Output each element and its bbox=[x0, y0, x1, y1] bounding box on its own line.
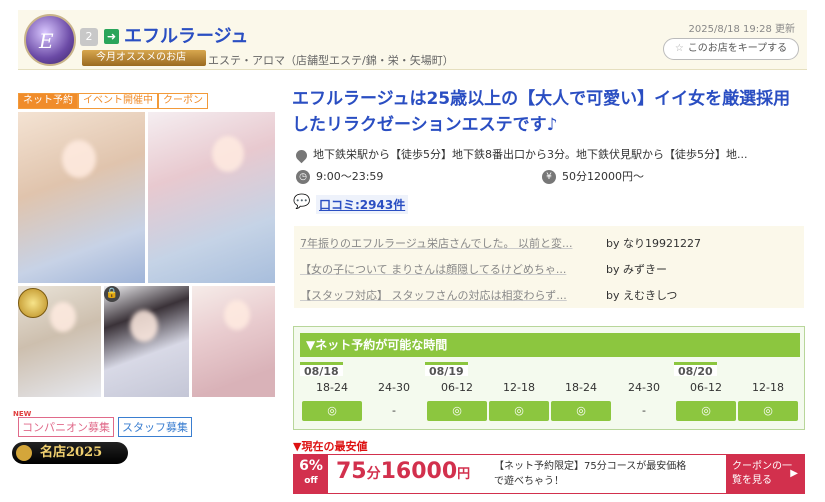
reservation-panel: ▼ネット予約が可能な時間 08/18 08/19 08/20 18-24 ◎ 24… bbox=[293, 326, 805, 430]
reviews-link[interactable]: 口コミ:2943件 bbox=[316, 195, 409, 214]
blurred-face bbox=[224, 300, 250, 330]
shop-name[interactable]: エフルラージュ bbox=[124, 22, 248, 48]
course-minutes: 75 bbox=[336, 459, 367, 484]
review-author: by なり19921227 bbox=[606, 237, 701, 250]
lock-icon: 🔒 bbox=[104, 286, 120, 302]
slot-time: 18-24 bbox=[316, 381, 348, 394]
slot-time: 24-30 bbox=[378, 381, 410, 394]
access-row: 地下鉄栄駅から【徒歩5分】地下鉄8番出口から3分。地下鉄伏見駅から【徒歩5分】地… bbox=[293, 146, 748, 163]
discount-percent: 6 bbox=[299, 458, 309, 474]
slot-time: 24-30 bbox=[628, 381, 660, 394]
slot-available[interactable]: ◎ bbox=[489, 401, 549, 421]
slot-time: 12-18 bbox=[752, 381, 784, 394]
discount-badge: 6% off bbox=[294, 455, 328, 493]
keep-shop-button[interactable]: ☆ このお店をキープする bbox=[663, 38, 799, 60]
meiten-badge: 名店2025 bbox=[12, 442, 128, 464]
slot[interactable]: 18-24 ◎ bbox=[551, 379, 611, 421]
yen-icon: ¥ bbox=[542, 170, 556, 184]
rank-badge: 2 bbox=[80, 28, 98, 46]
clock-icon: ◷ bbox=[296, 170, 310, 184]
cast-photo[interactable] bbox=[18, 112, 145, 283]
review-text[interactable]: 【スタッフ対応】 スタッフさんの対応は相変わらず... bbox=[300, 282, 600, 309]
slot-time: 06-12 bbox=[441, 381, 473, 394]
review-author: by えむきしつ bbox=[606, 289, 678, 302]
hours-text: 9:00〜23:59 bbox=[316, 170, 384, 183]
date-label: 08/19 bbox=[425, 362, 468, 378]
price-row: ¥50分12000円〜 bbox=[542, 168, 644, 184]
shop-logo[interactable]: E bbox=[24, 14, 76, 66]
slot-available[interactable]: ◎ bbox=[551, 401, 611, 421]
review-text[interactable]: 【女の子について まりさんは顔隠してるけどめちゃ... bbox=[300, 256, 600, 283]
staff-recruit-link[interactable]: スタッフ募集 bbox=[118, 417, 192, 437]
slot[interactable]: 12-18 ◎ bbox=[738, 379, 798, 421]
discount-off: off bbox=[304, 476, 318, 486]
slot-time: 18-24 bbox=[565, 381, 597, 394]
slot: 24-30 - bbox=[614, 379, 674, 421]
price-amount: 16000 bbox=[380, 459, 458, 484]
location-pin-icon bbox=[293, 147, 310, 163]
yen-unit: 円 bbox=[457, 467, 471, 482]
recommend-badge: 今月オススメのお店 bbox=[82, 50, 206, 66]
blurred-face bbox=[50, 302, 76, 332]
shop-header: E 2 ➜ エフルラージュ 今月オススメのお店 エステ・アロマ（店舗型エステ/錦… bbox=[18, 10, 807, 70]
shop-tags: ネット予約 イベント開催中 クーポン bbox=[18, 88, 208, 109]
slot-available[interactable]: ◎ bbox=[427, 401, 487, 421]
cast-photo[interactable] bbox=[148, 112, 275, 283]
price-text: 50分12000円〜 bbox=[562, 170, 644, 183]
slot-grid: 18-24 ◎ 24-30 - 06-12 ◎ 12-18 ◎ 18-24 ◎ 24-30… bbox=[300, 379, 800, 425]
slot[interactable]: 06-12 ◎ bbox=[427, 379, 487, 421]
star-icon: ☆ bbox=[674, 43, 684, 54]
slot-unavailable: - bbox=[642, 404, 646, 417]
minutes-unit: 分 bbox=[366, 466, 381, 482]
blurred-face bbox=[130, 310, 158, 342]
lowest-price-bar[interactable]: 6% off 75分16000円 【ネット予約限定】75分コースが最安価格で遊べち… bbox=[293, 454, 805, 494]
slot-time: 12-18 bbox=[503, 381, 535, 394]
list-item[interactable]: 【スタッフ対応】 スタッフさんの対応は相変わらず... by えむきしつ bbox=[294, 282, 804, 309]
companion-recruit-link[interactable]: コンパニオン募集 bbox=[13, 410, 114, 437]
blurred-face bbox=[62, 140, 96, 178]
slot-available[interactable]: ◎ bbox=[738, 401, 798, 421]
recruit-links: コンパニオン募集スタッフ募集 bbox=[13, 410, 196, 437]
slot-unavailable: - bbox=[392, 404, 396, 417]
logo-text: E bbox=[39, 29, 54, 53]
medal-icon bbox=[18, 288, 48, 318]
photo-gallery: 🔒 bbox=[18, 112, 275, 397]
slot[interactable]: 06-12 ◎ bbox=[676, 379, 736, 421]
price-note: 【ネット予約限定】75分コースが最安価格で遊べちゃう！ bbox=[494, 461, 687, 487]
shop-category: エステ・アロマ（店舗型エステ/錦・栄・矢場町） bbox=[208, 54, 454, 67]
list-item[interactable]: 【女の子について まりさんは顔隠してるけどめちゃ... by みずきー bbox=[294, 256, 804, 283]
date-label: 08/18 bbox=[300, 362, 343, 378]
shop-catchphrase: エフルラージュは25歳以上の【大人で可愛い】イイ女を厳選採用したリラクゼーション… bbox=[292, 89, 791, 135]
review-text[interactable]: 7年振りのエフルラージュ栄店さんでした。 以前と変... bbox=[300, 230, 600, 257]
discount-percent-unit: % bbox=[308, 458, 323, 474]
slot-time: 06-12 bbox=[690, 381, 722, 394]
chat-bubble-icon: 💬 bbox=[293, 194, 311, 210]
review-list: 7年振りのエフルラージュ栄店さんでした。 以前と変... by なり199212… bbox=[294, 226, 804, 308]
slot-available[interactable]: ◎ bbox=[302, 401, 362, 421]
date-label: 08/20 bbox=[674, 362, 717, 378]
lowest-price: 75分16000円 bbox=[336, 459, 470, 484]
cast-photo[interactable] bbox=[104, 286, 189, 397]
reservation-heading: ▼ネット予約が可能な時間 bbox=[300, 333, 800, 357]
tag-net-reservation[interactable]: ネット予約 bbox=[18, 93, 78, 109]
access-text: 地下鉄栄駅から【徒歩5分】地下鉄8番出口から3分。地下鉄伏見駅から【徒歩5分】地… bbox=[313, 148, 748, 161]
tag-coupon[interactable]: クーポン bbox=[158, 93, 208, 109]
keep-label: このお店をキープする bbox=[687, 43, 788, 54]
lowest-price-label: ▼現在の最安値 bbox=[293, 440, 368, 453]
blurred-face bbox=[212, 136, 244, 172]
updated-time: 2025/8/18 19:28 更新 bbox=[688, 24, 795, 35]
enter-icon: ➜ bbox=[104, 29, 119, 44]
slot-available[interactable]: ◎ bbox=[676, 401, 736, 421]
review-author: by みずきー bbox=[606, 263, 667, 276]
tag-event[interactable]: イベント開催中 bbox=[78, 93, 158, 109]
slot[interactable]: 12-18 ◎ bbox=[489, 379, 549, 421]
coupon-list-button[interactable]: クーポンの一覧を見る bbox=[726, 455, 804, 493]
slot[interactable]: 18-24 ◎ bbox=[302, 379, 362, 421]
cast-photo[interactable] bbox=[192, 286, 275, 397]
list-item[interactable]: 7年振りのエフルラージュ栄店さんでした。 以前と変... by なり199212… bbox=[294, 230, 804, 257]
slot: 24-30 - bbox=[364, 379, 424, 421]
hours-row: ◷ 9:00〜23:59 bbox=[296, 168, 383, 184]
